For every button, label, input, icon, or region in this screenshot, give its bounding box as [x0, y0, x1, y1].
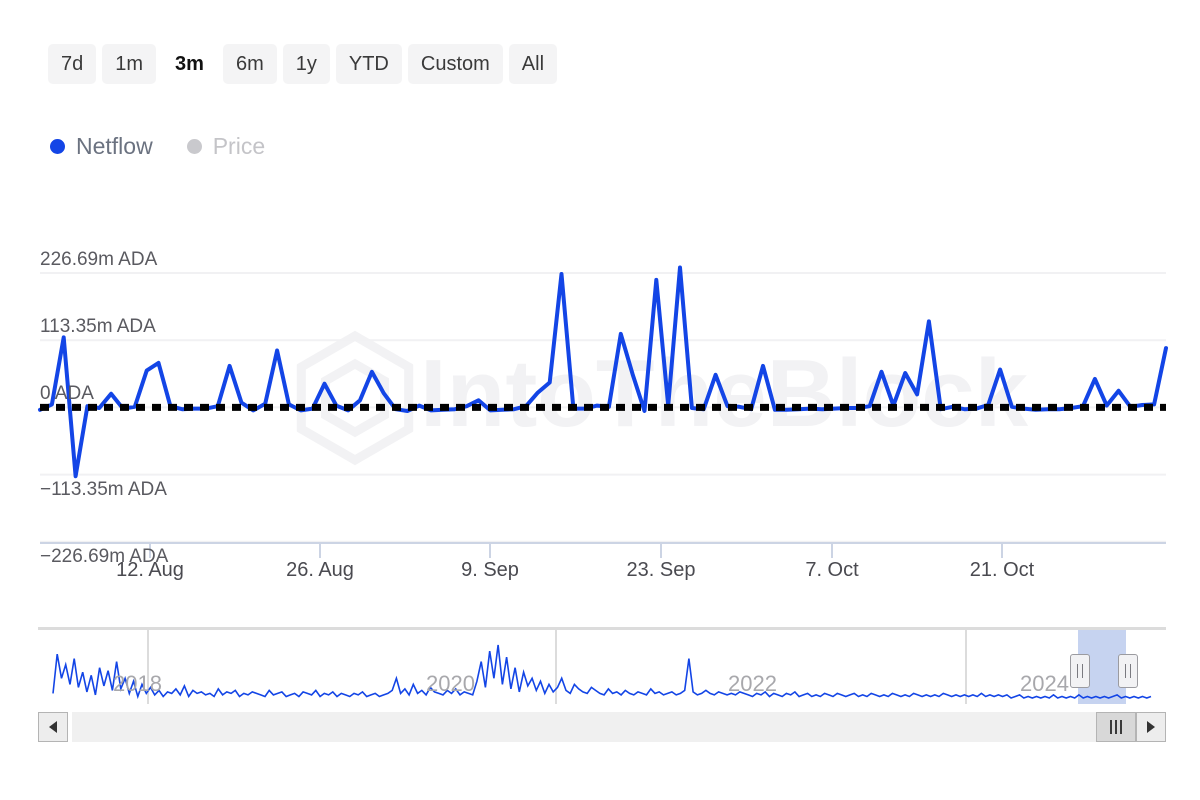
navigator-year-label: 2022 [728, 671, 777, 696]
scrollbar-left-button[interactable] [38, 712, 68, 742]
x-axis [40, 542, 1166, 558]
y-axis-tick-label: 226.69m ADA [40, 249, 158, 270]
x-axis-tick-label: 7. Oct [805, 559, 859, 581]
x-axis-tick-label: 21. Oct [969, 559, 1035, 581]
navigator-year-label: 2018 [113, 671, 162, 696]
navigator-handle-right[interactable] [1118, 654, 1138, 688]
chart-scrollbar[interactable] [38, 712, 1166, 742]
navigator-series-line [52, 644, 1152, 700]
range-button-6m[interactable]: 6m [222, 44, 277, 84]
grip-line-icon [1110, 720, 1112, 734]
scrollbar-thumb[interactable] [1096, 712, 1136, 742]
range-button-7d[interactable]: 7d [48, 44, 97, 84]
range-button-all[interactable]: All [508, 44, 558, 84]
navigator-top-border [38, 627, 1166, 630]
legend-dot-icon [186, 138, 202, 154]
range-selector: 7d 1m 3m 6m 1y YTD Custom All [48, 44, 558, 84]
scrollbar-track[interactable] [72, 712, 1132, 742]
y-axis-tick-label: 0 ADA [40, 383, 94, 405]
navigator-year-label: 2024 [1020, 671, 1069, 696]
arrow-right-icon [1147, 721, 1155, 733]
range-button-3m[interactable]: 3m [162, 44, 217, 84]
x-axis-tick-label: 9. Sep [461, 559, 519, 581]
x-axis-tick-label: 23. Sep [626, 559, 696, 581]
range-button-ytd[interactable]: YTD [335, 44, 402, 84]
scrollbar-right-button[interactable] [1136, 712, 1166, 742]
chart-plot-area[interactable]: IntoTheBlock 226.69m ADA 113.35m ADA 0 ADA… [0, 230, 1200, 581]
range-button-1m[interactable]: 1m [102, 44, 157, 84]
legend-label: Price [212, 133, 266, 159]
arrow-left-icon [49, 721, 57, 733]
legend-dot-icon [50, 138, 65, 154]
chart-navigator[interactable]: 2018 2020 2022 2024 [38, 627, 1166, 707]
x-axis-tick-label: 12. Aug [116, 559, 184, 581]
grip-line-icon [1115, 720, 1117, 734]
range-button-1y[interactable]: 1y [282, 44, 330, 84]
navigator-year-label: 2020 [426, 671, 475, 696]
legend-item-netflow[interactable]: Netflow [50, 132, 153, 160]
y-axis-tick-label: −113.35m ADA [40, 478, 167, 500]
netflow-line-chart: IntoTheBlock [38, 265, 1168, 558]
x-axis-tick-label: 26. Aug [286, 559, 354, 581]
y-axis-tick-label: 113.35m ADA [40, 316, 156, 338]
navigator-mini-chart [38, 627, 1166, 704]
range-button-custom[interactable]: Custom [407, 44, 503, 84]
navigator-handle-left[interactable] [1070, 654, 1090, 688]
legend-label: Netflow [76, 133, 153, 159]
legend-item-price[interactable]: Price [186, 132, 266, 160]
grip-line-icon [1120, 720, 1122, 734]
chart-legend: Netflow Price [50, 132, 265, 160]
